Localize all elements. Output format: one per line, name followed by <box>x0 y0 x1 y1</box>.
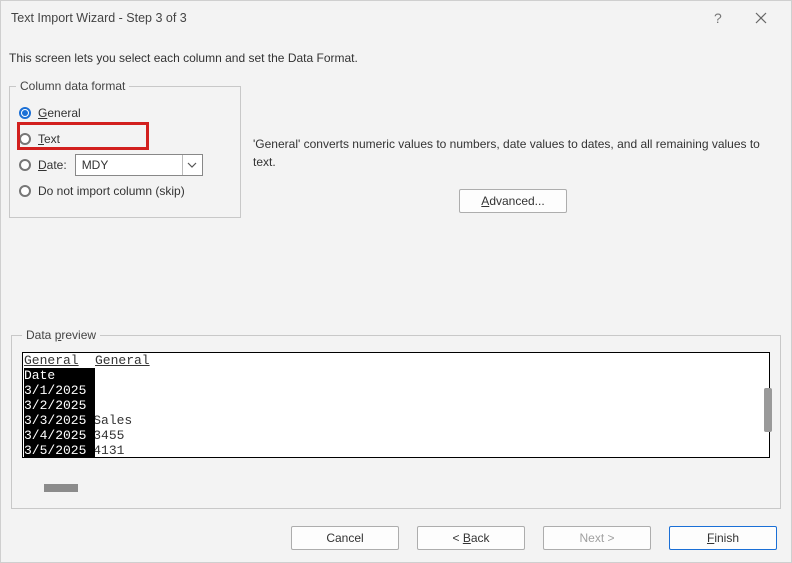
help-button[interactable]: ? <box>695 3 739 33</box>
radio-skip-label: Do not import column (skip) <box>38 184 185 198</box>
back-button[interactable]: < Back <box>417 526 525 550</box>
column-data-format-legend: Column data format <box>16 79 129 93</box>
close-icon <box>755 12 767 24</box>
radio-date[interactable]: Date: MDY <box>18 155 232 175</box>
format-hint: 'General' converts numeric values to num… <box>253 135 773 171</box>
radio-icon <box>18 158 32 172</box>
radio-text-label: Text <box>38 132 60 146</box>
radio-date-label: Date: <box>38 158 67 172</box>
preview-col-header[interactable]: General <box>23 353 94 368</box>
intro-text: This screen lets you select each column … <box>9 51 783 65</box>
preview-row: Date Sales <box>23 413 769 428</box>
date-order-value: MDY <box>76 158 182 172</box>
preview-vscroll-thumb[interactable] <box>764 388 772 432</box>
close-button[interactable] <box>739 3 783 33</box>
svg-text:?: ? <box>714 11 722 25</box>
preview-hscroll-thumb[interactable] <box>44 484 78 492</box>
radio-general[interactable]: General <box>18 103 232 123</box>
preview-row: 3/2/2025 4131 <box>23 443 769 458</box>
preview-hscroll[interactable] <box>22 484 770 494</box>
radio-general-label: General <box>38 106 81 120</box>
data-preview-group: Data preview GeneralGeneral Date 3/1/202… <box>11 328 781 509</box>
preview-col-header[interactable]: General <box>94 353 769 368</box>
column-data-format-group: Column data format General Text Date: <box>9 79 241 218</box>
date-order-combo[interactable]: MDY <box>75 154 203 176</box>
finish-button[interactable]: Finish <box>669 526 777 550</box>
radio-icon <box>18 184 32 198</box>
data-preview-legend: Data preview <box>22 328 100 342</box>
radio-icon <box>18 132 32 146</box>
footer-buttons: Cancel < Back Next > Finish <box>1 526 791 556</box>
window-title: Text Import Wizard - Step 3 of 3 <box>11 11 695 25</box>
right-pane: 'General' converts numeric values to num… <box>253 135 773 213</box>
preview-grid[interactable]: GeneralGeneral Date 3/1/2025 3/2/2025 3/… <box>22 352 770 478</box>
advanced-button[interactable]: Advanced... <box>459 189 567 213</box>
radio-icon <box>18 106 32 120</box>
cancel-button[interactable]: Cancel <box>291 526 399 550</box>
radio-skip[interactable]: Do not import column (skip) <box>18 181 232 201</box>
titlebar: Text Import Wizard - Step 3 of 3 ? <box>1 1 791 35</box>
preview-row: 3/1/2025 3455 <box>23 428 769 443</box>
chevron-down-icon <box>182 155 202 175</box>
next-button: Next > <box>543 526 651 550</box>
radio-text[interactable]: Text <box>18 129 232 149</box>
